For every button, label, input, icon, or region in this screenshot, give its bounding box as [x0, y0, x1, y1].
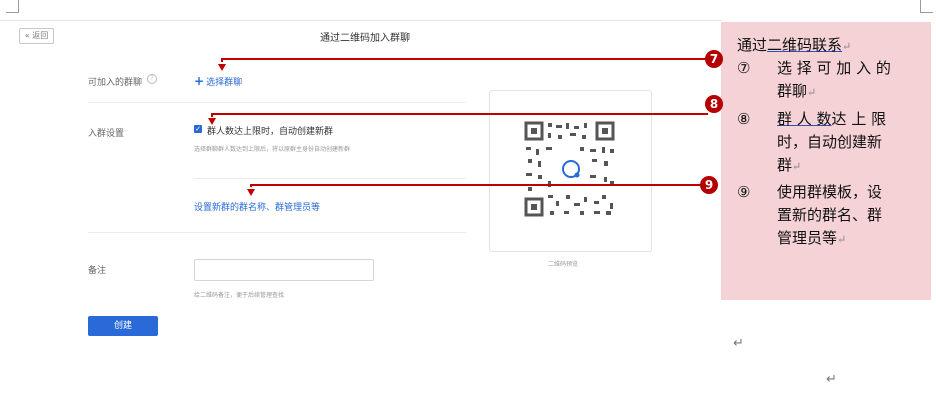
return-mark: ↵: [842, 40, 852, 53]
annotation-item-9-line1: 使用群模板，设: [777, 183, 883, 201]
annotation-item-8-num: ⑧: [737, 110, 751, 128]
arrow-8-head: [208, 118, 216, 125]
annotation-item-7-line2: 群聊↵: [777, 82, 817, 100]
annotation-item-8-line1: 群 人 数达 上 限: [777, 110, 887, 128]
annotation-badge-9: 9: [700, 176, 718, 194]
annotation-item-8-line2: 时，自动创建新: [777, 133, 883, 151]
annotation-intro-link: 二维码联系: [767, 36, 843, 54]
annotation-badge-8: 8: [705, 95, 723, 113]
return-mark: ↵: [826, 372, 837, 387]
annotation-item-8-line3: 群↵: [777, 156, 802, 174]
arrow-9-line: [250, 184, 708, 187]
annotation-intro-text: 通过: [737, 36, 768, 54]
annotation-item-9-line3: 管理员等↵: [777, 229, 847, 247]
annotation-item-7-num: ⑦: [737, 59, 751, 77]
annotation-item-9-num: ⑨: [737, 183, 751, 201]
arrow-7-line: [221, 58, 708, 62]
annotation-item-7-line1: 选 择 可 加 入 的: [777, 59, 891, 77]
arrow-9-head: [247, 189, 255, 196]
return-mark: ↵: [733, 336, 744, 351]
annotation-intro: 通过二维码联系↵: [737, 34, 851, 58]
arrow-8-line: [211, 113, 708, 117]
annotation-badge-7: 7: [705, 50, 723, 68]
arrow-7-head: [218, 64, 226, 71]
annotation-item-9-line2: 置新的群名、群: [777, 206, 883, 224]
